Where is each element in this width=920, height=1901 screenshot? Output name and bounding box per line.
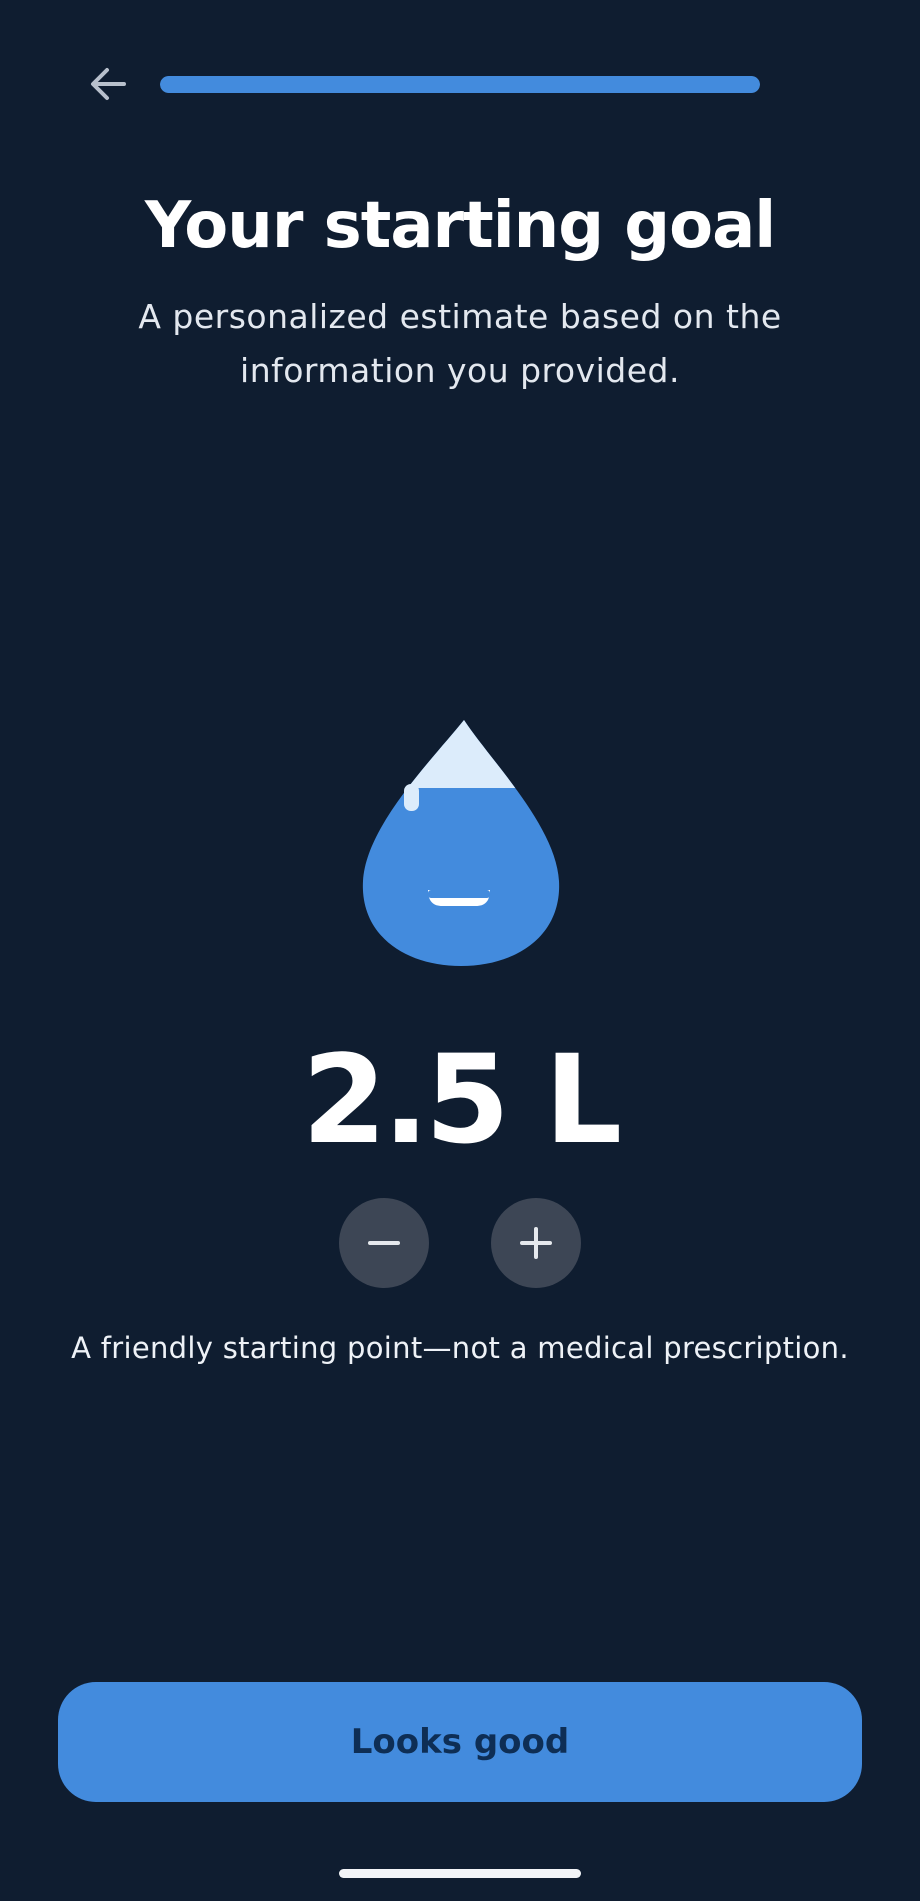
goal-value: 2.5 L [301, 1029, 622, 1171]
water-drop-mascot-icon [362, 720, 560, 966]
disclaimer-text: A friendly starting point—not a medical … [71, 1331, 849, 1365]
minus-icon [368, 1241, 400, 1245]
page-subtitle: A personalized estimate based on the inf… [138, 297, 782, 390]
back-button[interactable] [78, 58, 138, 110]
progress-bar [160, 76, 760, 93]
home-indicator [339, 1869, 581, 1878]
decrease-button[interactable] [339, 1198, 429, 1288]
arrow-left-icon [91, 68, 126, 100]
increase-button[interactable] [491, 1198, 581, 1288]
looks-good-button[interactable]: Looks good [58, 1682, 862, 1802]
page-title: Your starting goal [144, 189, 776, 263]
progress-fill [160, 76, 760, 93]
plus-icon [520, 1227, 552, 1259]
